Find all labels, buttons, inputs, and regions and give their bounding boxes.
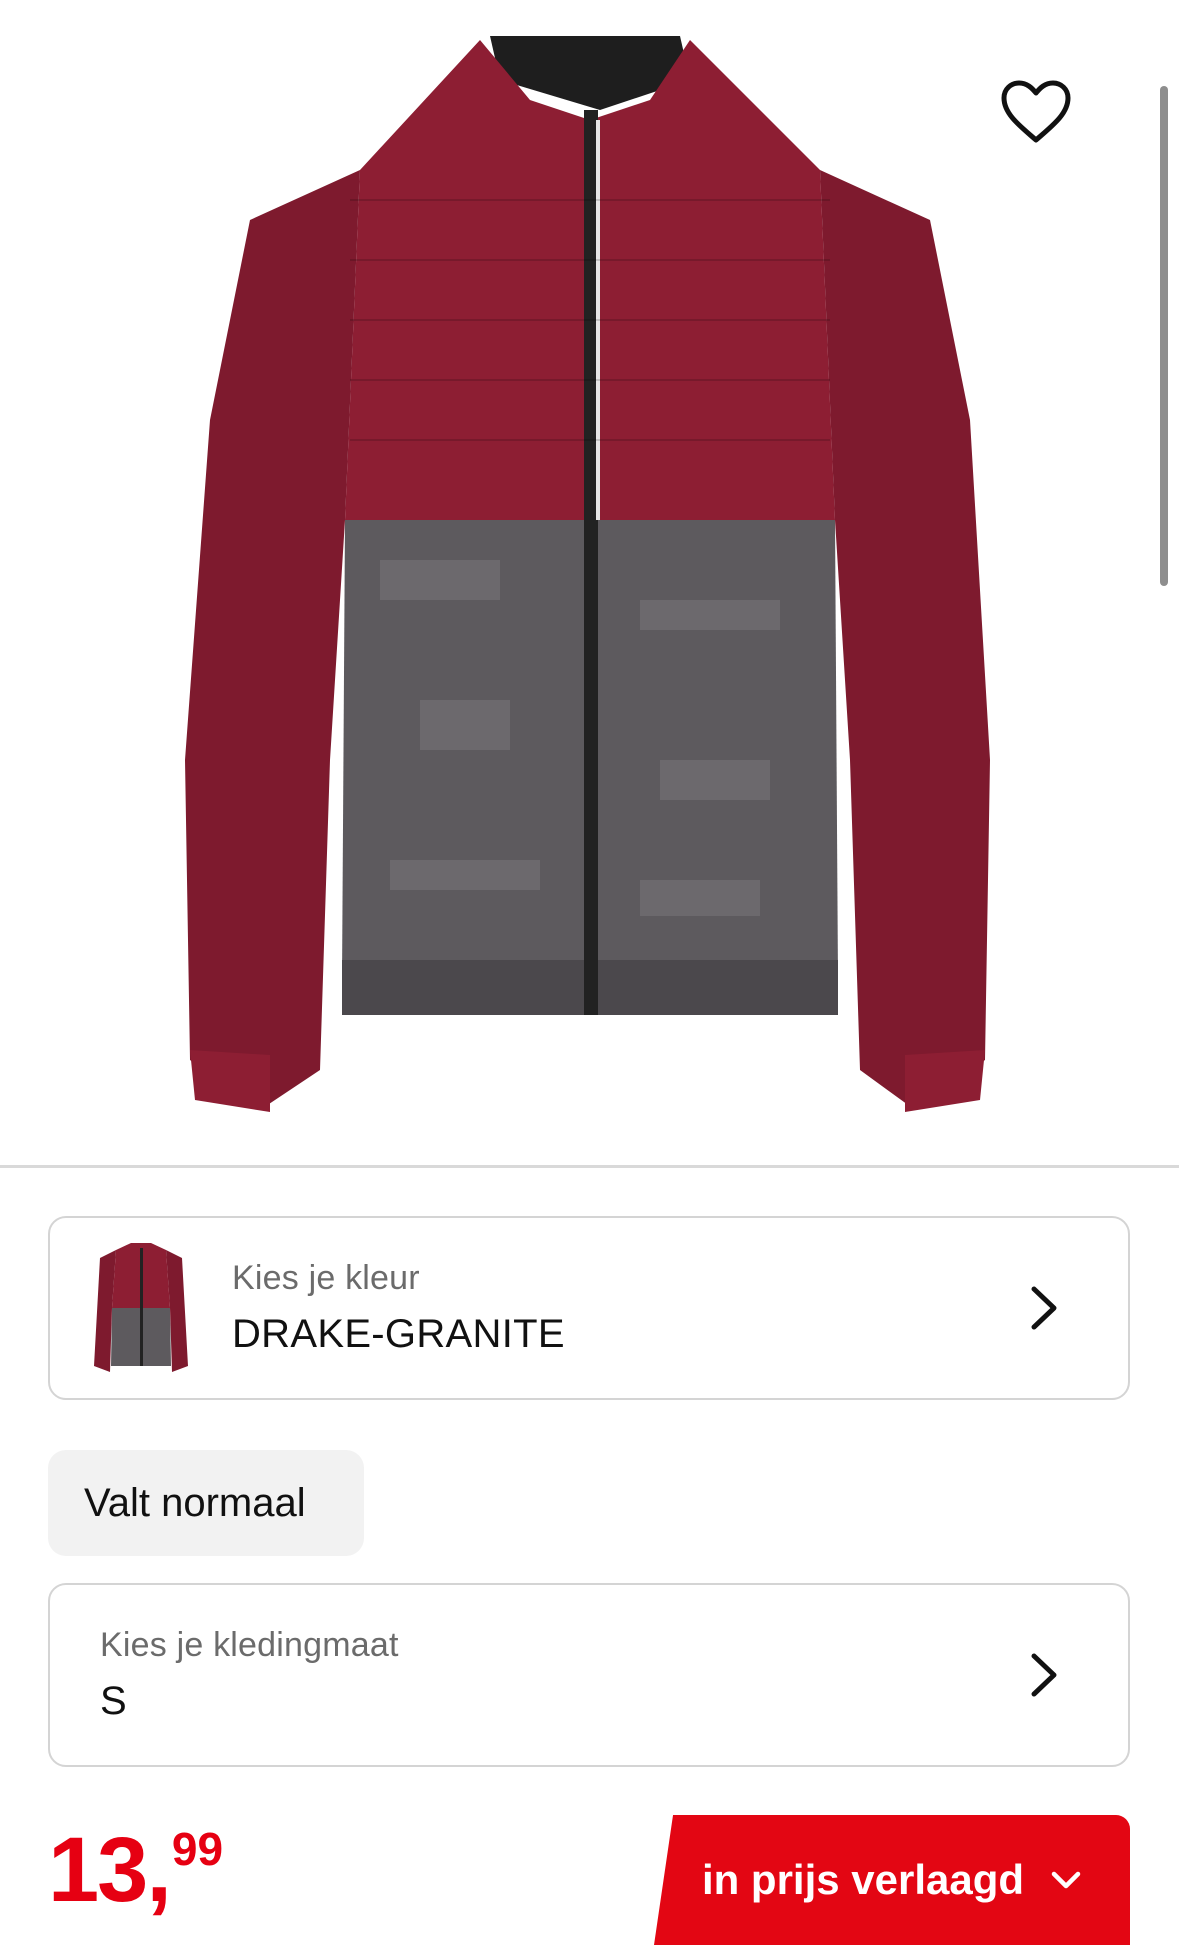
color-label: Kies je kleur [232,1259,420,1297]
heart-outline-icon [1001,80,1071,143]
price-main: 13, [48,1819,172,1921]
fit-badge: Valt normaal [48,1450,364,1556]
size-selector[interactable]: Kies je kledingmaat S [48,1583,1130,1767]
color-value: DRAKE-GRANITE [232,1312,565,1356]
product-page: Kies je kleur DRAKE-GRANITE Valt normaal… [0,0,1179,1957]
size-label: Kies je kledingmaat [100,1626,399,1664]
color-selector[interactable]: Kies je kleur DRAKE-GRANITE [48,1216,1130,1400]
price-cents: 99 [171,1823,224,1875]
chevron-right-icon [1031,1286,1057,1330]
product-image[interactable] [0,0,1179,1165]
color-thumbnail [94,1243,188,1372]
chevron-down-icon [1051,1871,1081,1889]
size-selector-text: Kies je kledingmaat S [50,1626,1024,1724]
cta-label: in prijs verlaagd [701,1856,1025,1903]
favorite-button[interactable] [1000,80,1096,176]
fit-label: Valt normaal [84,1480,306,1525]
size-value: S [100,1679,127,1723]
price: 13, 99 [48,1822,223,1932]
divider [0,1165,1179,1168]
chevron-right-icon [1031,1653,1057,1697]
price-reduced-button[interactable]: in prijs verlaagd [654,1815,1130,1945]
color-selector-text: Kies je kleur DRAKE-GRANITE [232,1259,1024,1357]
image-scrollbar[interactable] [1160,86,1168,586]
